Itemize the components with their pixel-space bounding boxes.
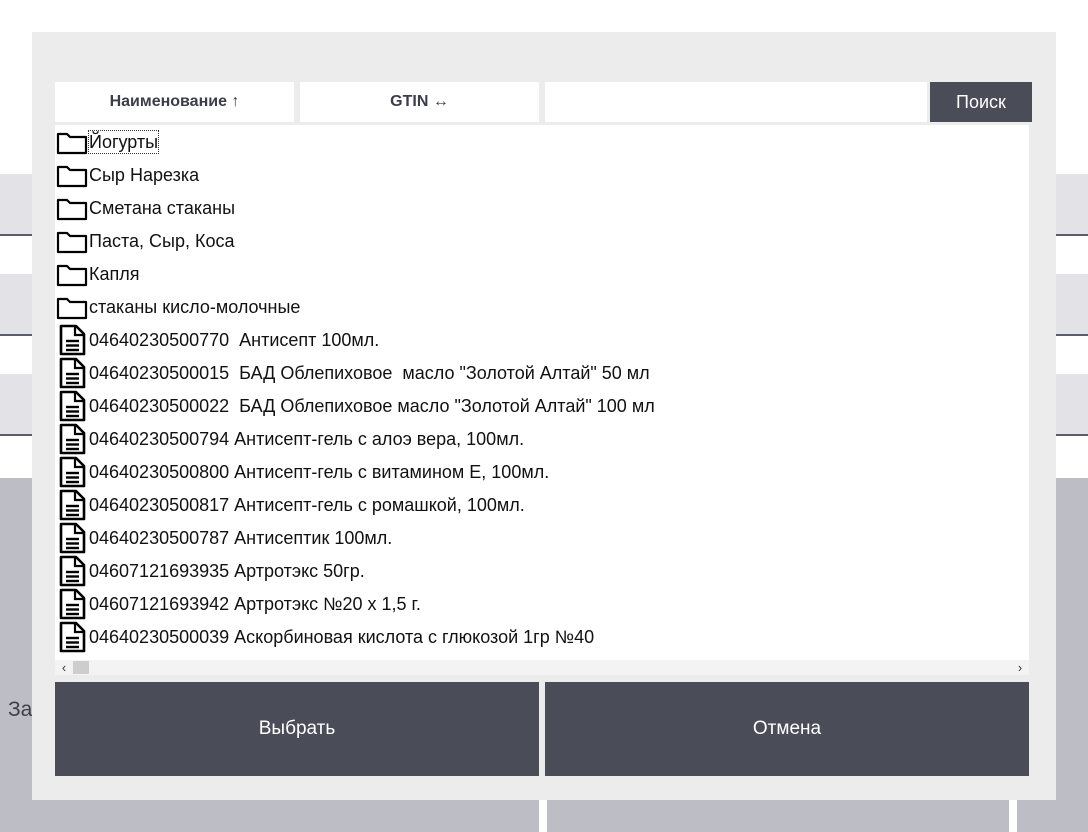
list-item[interactable]: Йогурты bbox=[55, 125, 1029, 158]
list-item-label: стаканы кисло-молочные bbox=[89, 296, 301, 317]
background-divider bbox=[1009, 798, 1017, 832]
list-item[interactable]: 04640230500787 Антисептик 100мл. bbox=[55, 521, 1029, 554]
folder-icon bbox=[55, 224, 89, 257]
list-item[interactable]: 04640230500794 Антисепт-гель с алоэ вера… bbox=[55, 422, 1029, 455]
folder-icon bbox=[55, 158, 89, 191]
list-item[interactable]: 04640230500015 БАД Облепиховое масло "Зо… bbox=[55, 356, 1029, 389]
list-item-label: 04640230500787 Антисептик 100мл. bbox=[89, 527, 393, 548]
list-item[interactable]: 04640230500770 Антисепт 100мл. bbox=[55, 323, 1029, 356]
list-item[interactable]: 04607121693942 Артротэкс №20 х 1,5 г. bbox=[55, 587, 1029, 620]
document-icon bbox=[55, 356, 89, 389]
list-item[interactable]: стаканы кисло-молочные bbox=[55, 290, 1029, 323]
cancel-button[interactable]: Отмена bbox=[545, 682, 1029, 776]
list-item-label: 04640230500770 Антисепт 100мл. bbox=[89, 329, 380, 350]
select-button[interactable]: Выбрать bbox=[55, 682, 539, 776]
list-item[interactable]: 04640230500800 Антисепт-гель с витамином… bbox=[55, 455, 1029, 488]
document-icon bbox=[55, 422, 89, 455]
document-icon bbox=[55, 587, 89, 620]
document-icon bbox=[55, 455, 89, 488]
list-item[interactable]: Сыр Нарезка bbox=[55, 158, 1029, 191]
horizontal-scrollbar[interactable]: ‹ › bbox=[55, 660, 1029, 675]
sort-by-gtin-button[interactable]: GTIN ↔ bbox=[300, 82, 539, 122]
list-item[interactable]: 04640230500039 Аскорбиновая кислота с гл… bbox=[55, 620, 1029, 653]
folder-icon bbox=[55, 125, 89, 158]
list-item-label: 04640230500022 БАД Облепиховое масло "Зо… bbox=[89, 395, 655, 416]
list-item-label: Капля bbox=[89, 263, 140, 284]
folder-icon bbox=[55, 191, 89, 224]
document-icon bbox=[55, 488, 89, 521]
list-item-label: 04640230500794 Антисепт-гель с алоэ вера… bbox=[89, 428, 525, 449]
list-item-label: 04607121693935 Артротэкс 50гр. bbox=[89, 560, 365, 581]
list-item-label: Паста, Сыр, Коса bbox=[89, 230, 235, 251]
list-item[interactable]: 04607121693935 Артротэкс 50гр. bbox=[55, 554, 1029, 587]
sort-by-name-button[interactable]: Наименование ↑ bbox=[55, 82, 294, 122]
scroll-right-arrow-icon[interactable]: › bbox=[1013, 660, 1027, 675]
list-item[interactable]: 04640230500817 Антисепт-гель с ромашкой,… bbox=[55, 488, 1029, 521]
document-icon bbox=[55, 323, 89, 356]
list-item-label: 04640230500817 Антисепт-гель с ромашкой,… bbox=[89, 494, 525, 515]
list-item-label: 04640230500039 Аскорбиновая кислота с гл… bbox=[89, 626, 595, 647]
document-icon bbox=[55, 554, 89, 587]
background-divider bbox=[539, 798, 547, 832]
search-input[interactable] bbox=[545, 82, 927, 122]
list-item-label: 04640230500015 БАД Облепиховое масло "Зо… bbox=[89, 362, 650, 383]
list-item-label: 04607121693942 Артротэкс №20 х 1,5 г. bbox=[89, 593, 421, 614]
document-icon bbox=[55, 620, 89, 653]
list-item-label: Йогурты bbox=[87, 129, 160, 154]
list-item[interactable]: Сметана стаканы bbox=[55, 191, 1029, 224]
list-item[interactable]: 04640230500022 БАД Облепиховое масло "Зо… bbox=[55, 389, 1029, 422]
list-item-label: 04640230500800 Антисепт-гель с витамином… bbox=[89, 461, 550, 482]
list-item[interactable]: Капля bbox=[55, 257, 1029, 290]
document-icon bbox=[55, 389, 89, 422]
scrollbar-thumb[interactable] bbox=[73, 661, 89, 674]
search-button[interactable]: Поиск bbox=[930, 82, 1032, 122]
list-item[interactable]: Паста, Сыр, Коса bbox=[55, 224, 1029, 257]
document-icon bbox=[55, 521, 89, 554]
list-item-label: Сыр Нарезка bbox=[89, 164, 200, 185]
folder-icon bbox=[55, 257, 89, 290]
folder-icon bbox=[55, 290, 89, 323]
product-picker-dialog: Наименование ↑ GTIN ↔ Поиск Йогурты Сыр Н… bbox=[32, 32, 1056, 800]
background-partial-label: За bbox=[8, 698, 33, 721]
item-list[interactable]: Йогурты Сыр Нарезка Сметана стаканы Паста, … bbox=[55, 125, 1029, 675]
scroll-left-arrow-icon[interactable]: ‹ bbox=[57, 660, 71, 675]
list-item-label: Сметана стаканы bbox=[89, 197, 236, 218]
